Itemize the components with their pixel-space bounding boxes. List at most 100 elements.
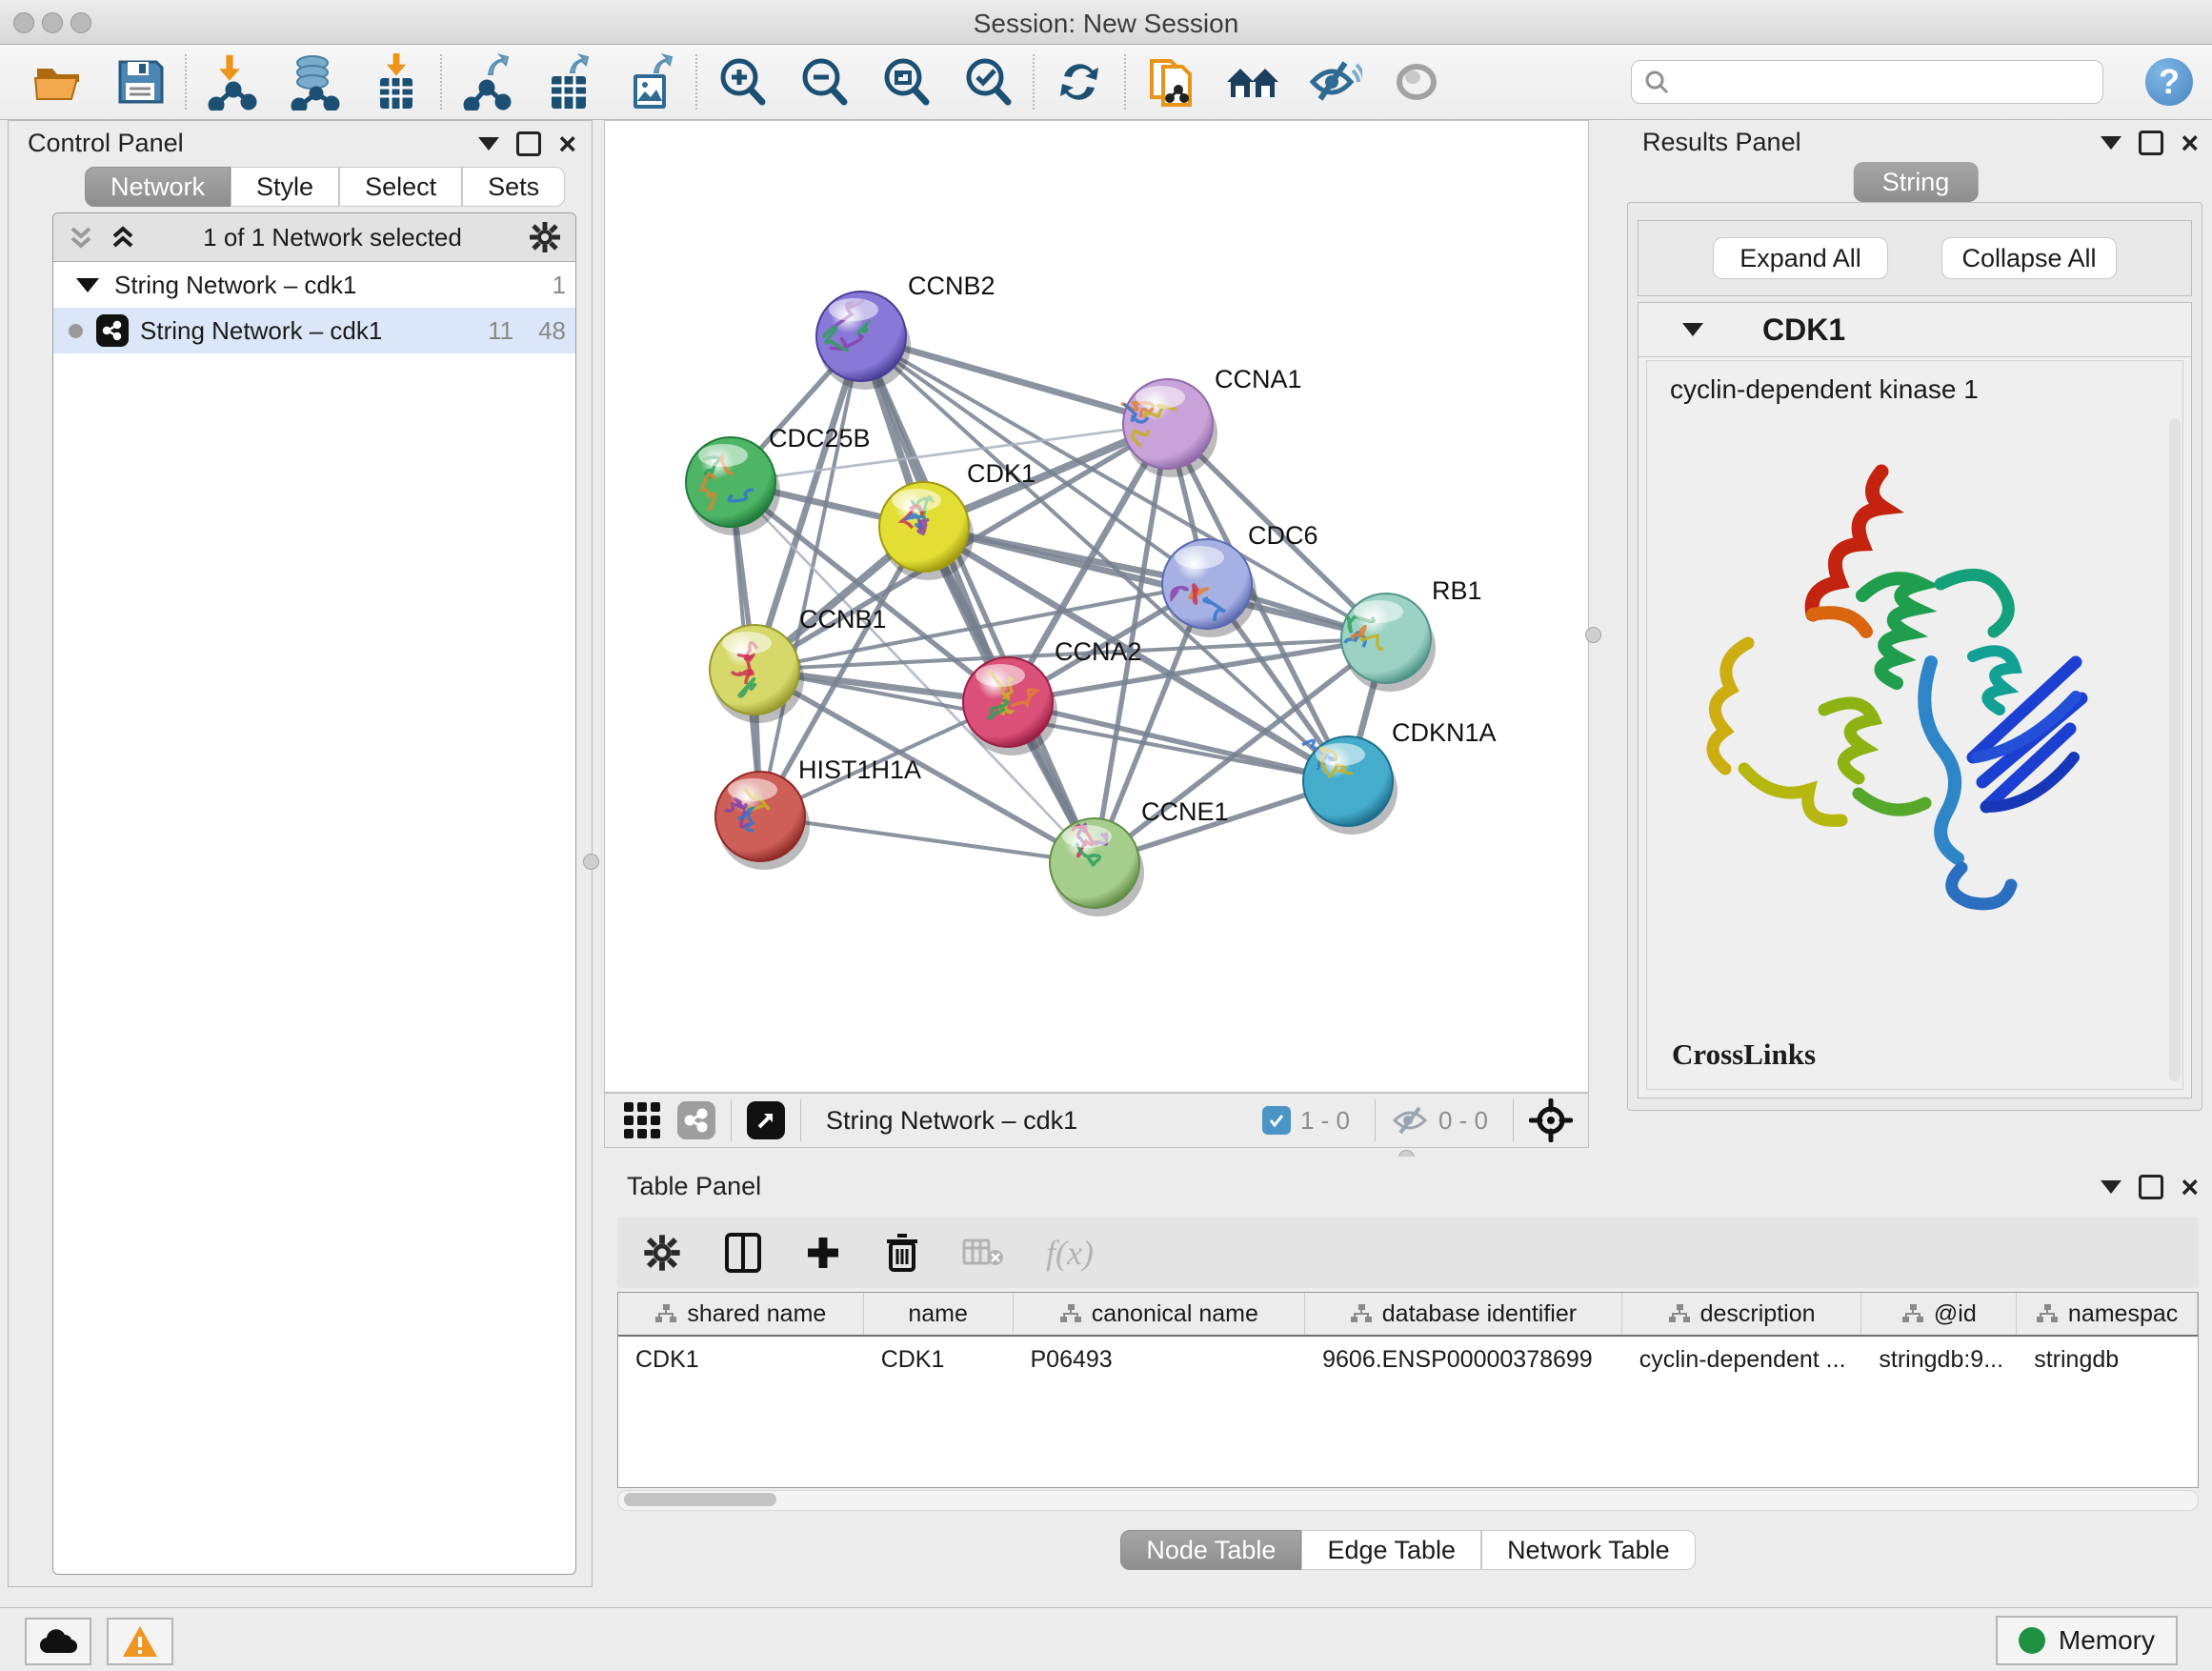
node-CCNA1[interactable]: CCNA1: [1121, 365, 1302, 477]
vertical-splitter-handle[interactable]: [1585, 627, 1601, 643]
add-column-icon[interactable]: [804, 1234, 842, 1272]
tab-network[interactable]: Network: [85, 167, 231, 207]
column-header-name[interactable]: name: [864, 1293, 1014, 1335]
node-label-CCNB1: CCNB1: [799, 605, 887, 634]
gene-section-header[interactable]: CDK1: [1639, 303, 2191, 357]
collapse-all-icon[interactable]: [67, 223, 95, 252]
string-network-graph[interactable]: CCNB2CCNA1CDC25BCDK1CDC6RB1CCNB1CCNA2CDK…: [605, 121, 1588, 1092]
tab-network-table[interactable]: Network Table: [1481, 1530, 1696, 1570]
home-button[interactable]: [1212, 49, 1294, 115]
export-image-button[interactable]: [610, 49, 692, 115]
birds-eye-toggle-icon[interactable]: [1529, 1098, 1573, 1142]
node-label-CDK1: CDK1: [967, 459, 1036, 488]
node-HIST1H1A[interactable]: HIST1H1A: [715, 755, 921, 870]
table-cell[interactable]: P06493: [1014, 1337, 1306, 1382]
help-button[interactable]: ?: [2145, 58, 2193, 106]
panel-menu-icon[interactable]: [2101, 1180, 2122, 1194]
node-CCNB2[interactable]: CCNB2: [816, 272, 995, 390]
zoom-fit-button[interactable]: [865, 49, 947, 115]
column-header-database-identifier[interactable]: database identifier: [1305, 1293, 1622, 1335]
results-scrollbar[interactable]: [2169, 418, 2181, 1081]
hide-selected-button[interactable]: [1294, 49, 1376, 115]
edge-HIST1H1A-CCNE1[interactable]: [760, 816, 1095, 863]
import-network-database-button[interactable]: [272, 49, 354, 115]
column-header-canonical-name[interactable]: canonical name: [1014, 1293, 1306, 1335]
network-canvas[interactable]: CCNB2CCNA1CDC25BCDK1CDC6RB1CCNB1CCNA2CDK…: [604, 120, 1589, 1093]
table-horizontal-scrollbar[interactable]: [617, 1490, 2199, 1511]
disclosure-triangle-icon[interactable]: [76, 278, 99, 292]
show-all-button[interactable]: [1376, 49, 1458, 115]
selected-checkbox-icon[interactable]: [1262, 1106, 1291, 1135]
toolbar-search[interactable]: [1631, 60, 2103, 104]
panel-menu-icon[interactable]: [2101, 136, 2122, 150]
eye-slash-icon: [1307, 57, 1362, 107]
collapse-all-button[interactable]: Collapse All: [1941, 237, 2117, 279]
expand-all-button[interactable]: Expand All: [1713, 237, 1888, 279]
memory-button[interactable]: Memory: [1996, 1616, 2178, 1665]
node-CDKN1A[interactable]: CDKN1A: [1302, 718, 1497, 835]
results-content: Expand All Collapse All CDK1 cyclin-depe…: [1627, 202, 2202, 1111]
clone-network-button[interactable]: [1130, 49, 1212, 115]
panel-close-icon[interactable]: ×: [2181, 1178, 2199, 1197]
column-header-shared-name[interactable]: shared name: [618, 1293, 864, 1335]
panel-float-icon[interactable]: [2139, 1175, 2163, 1199]
open-in-window-icon[interactable]: [747, 1101, 785, 1139]
node-RB1[interactable]: RB1: [1341, 576, 1482, 692]
column-header-description[interactable]: description: [1622, 1293, 1862, 1335]
show-columns-icon[interactable]: [724, 1232, 762, 1274]
column-header--id[interactable]: @id: [1861, 1293, 2017, 1335]
warnings-button[interactable]: [107, 1618, 173, 1665]
zoom-out-button[interactable]: [783, 49, 865, 115]
table-cell[interactable]: CDK1: [864, 1337, 1014, 1382]
hidden-eye-slash-icon: [1391, 1104, 1429, 1137]
tab-style[interactable]: Style: [231, 167, 339, 207]
panel-float-icon[interactable]: [2139, 131, 2163, 155]
delete-column-trash-icon[interactable]: [884, 1232, 920, 1274]
save-session-button[interactable]: [99, 49, 181, 115]
zoom-in-button[interactable]: [701, 49, 783, 115]
panel-close-icon[interactable]: ×: [2181, 133, 2199, 152]
cloud-button[interactable]: [25, 1618, 91, 1665]
tab-node-table[interactable]: Node Table: [1120, 1530, 1301, 1570]
import-network-file-button[interactable]: [191, 49, 272, 115]
table-cell[interactable]: stringdb: [2017, 1337, 2198, 1382]
left-splitter-handle[interactable]: [583, 854, 599, 870]
panel-menu-icon[interactable]: [478, 137, 499, 151]
export-table-button[interactable]: [528, 49, 610, 115]
panel-close-icon[interactable]: ×: [558, 134, 576, 153]
table-settings-gear-icon[interactable]: [642, 1233, 682, 1273]
edge-CCNB2-CCNE1[interactable]: [861, 336, 1095, 863]
zoom-selected-button[interactable]: [947, 49, 1029, 115]
search-icon: [1643, 69, 1670, 95]
crosslink-link[interactable]: P06493: [1872, 1086, 1957, 1090]
node-CDK1[interactable]: CDK1: [879, 459, 1036, 580]
import-table-button[interactable]: [354, 49, 436, 115]
refresh-view-button[interactable]: [1038, 49, 1120, 115]
tab-string[interactable]: String: [1854, 162, 1979, 202]
node-CCNE1[interactable]: CCNE1: [1050, 797, 1229, 916]
tab-select[interactable]: Select: [339, 167, 462, 207]
table-cell[interactable]: CDK1: [618, 1337, 864, 1382]
search-input[interactable]: [1670, 67, 2102, 98]
export-network-button[interactable]: [446, 49, 528, 115]
panel-float-icon[interactable]: [516, 131, 541, 156]
gear-icon[interactable]: [528, 220, 562, 254]
table-cell[interactable]: cyclin-dependent ...: [1622, 1337, 1862, 1382]
grid-view-icon[interactable]: [622, 1100, 662, 1140]
table-row[interactable]: CDK1CDK1P064939606.ENSP00000378699cyclin…: [618, 1337, 2198, 1382]
network-row[interactable]: String Network – cdk1 11 48: [53, 308, 575, 353]
table-cell[interactable]: 9606.ENSP00000378699: [1305, 1337, 1622, 1382]
table-cell[interactable]: stringdb:9...: [1861, 1337, 2017, 1382]
network-share-icon[interactable]: [677, 1101, 715, 1139]
section-disclosure-icon[interactable]: [1682, 323, 1703, 336]
strip-separator: [1375, 1099, 1376, 1141]
open-session-button[interactable]: [17, 49, 99, 115]
toolbar-separator: [1033, 54, 1035, 110]
column-header-namespac[interactable]: namespac: [2017, 1293, 2198, 1335]
tab-edge-table[interactable]: Edge Table: [1301, 1530, 1481, 1570]
expand-all-icon[interactable]: [109, 223, 137, 252]
network-collection-row[interactable]: String Network – cdk1 1: [53, 262, 575, 308]
tab-sets[interactable]: Sets: [462, 167, 565, 207]
node-table[interactable]: shared namenamecanonical namedatabase id…: [617, 1292, 2199, 1488]
node-CDC6[interactable]: CDC6: [1162, 521, 1318, 637]
